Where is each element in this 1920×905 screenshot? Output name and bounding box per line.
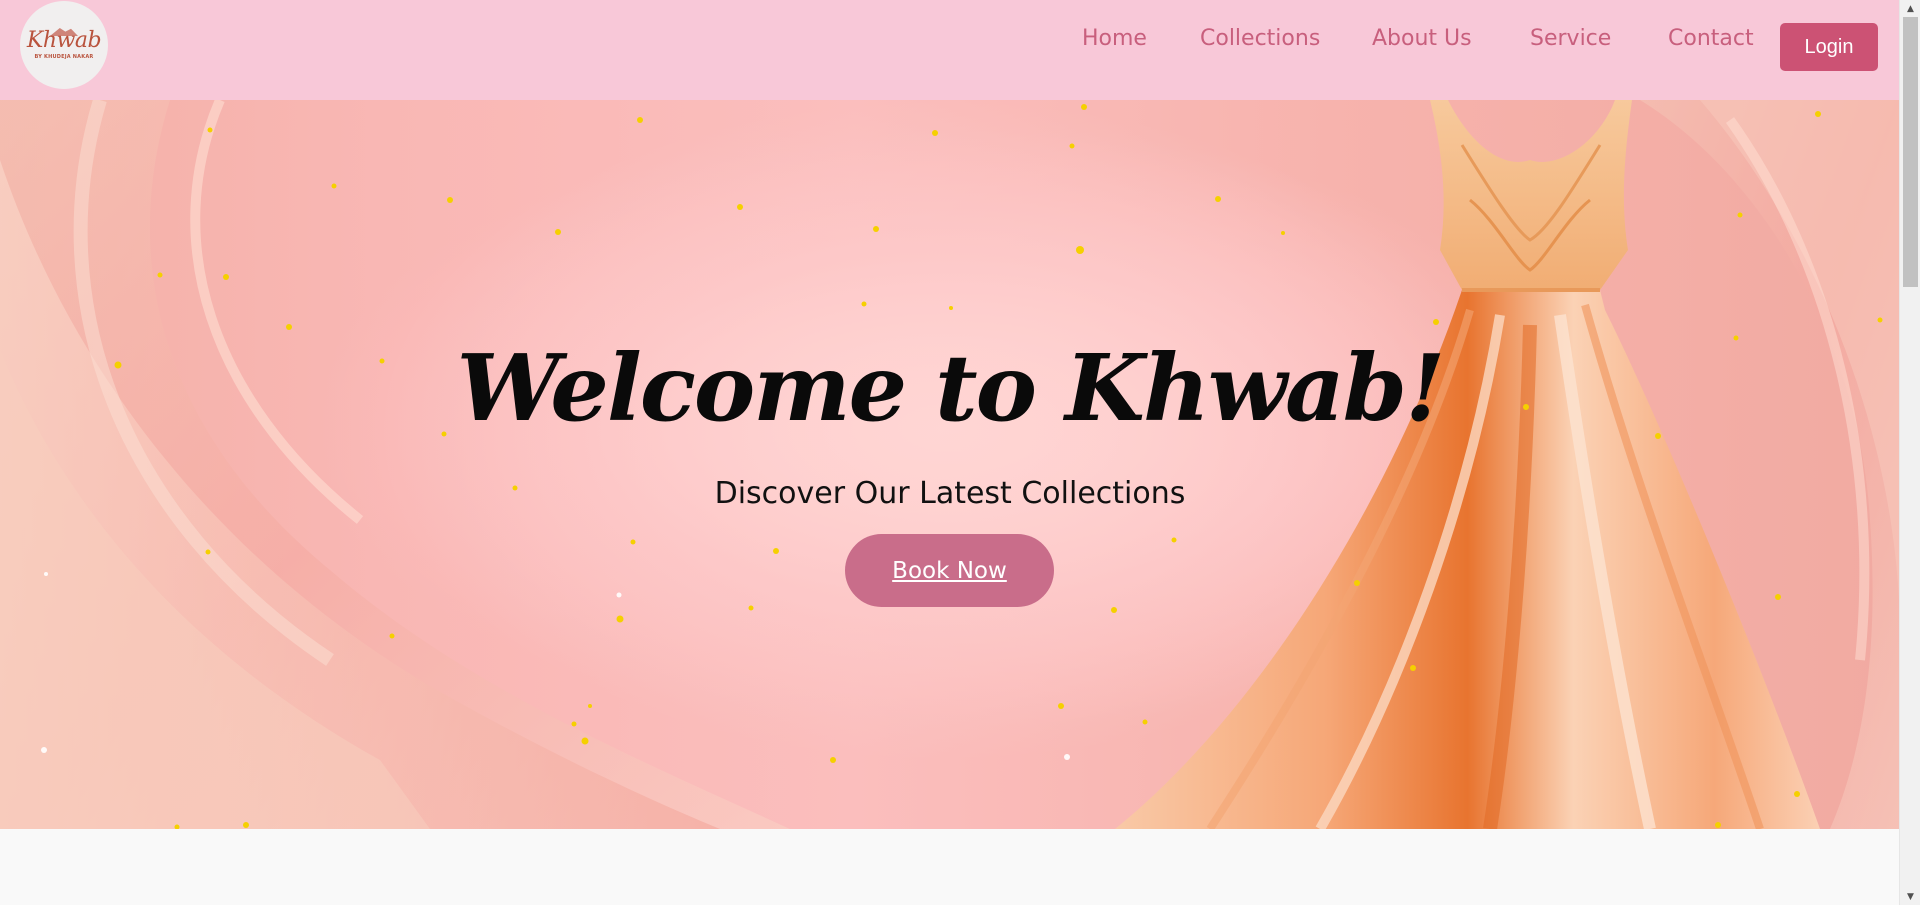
navbar: Khwab BY KHUDEJA NAKAR Home Collections … [0, 0, 1899, 100]
chevron-down-icon[interactable]: ▼ [1900, 888, 1920, 905]
chevron-up-icon[interactable]: ▲ [1900, 0, 1920, 17]
nav-contact[interactable]: Contact [1668, 26, 1754, 51]
vertical-scrollbar[interactable]: ▲ ▼ [1899, 0, 1920, 905]
nav-collections[interactable]: Collections [1200, 26, 1320, 51]
nav-service[interactable]: Service [1530, 26, 1611, 51]
login-button[interactable]: Login [1780, 23, 1878, 71]
hero-title: Welcome to Khwab! [456, 334, 1446, 442]
nav-home[interactable]: Home [1082, 26, 1147, 51]
content-section [0, 829, 1899, 905]
hero-subtitle: Discover Our Latest Collections [714, 476, 1186, 511]
book-now-button[interactable]: Book Now [845, 534, 1054, 607]
nav-about-us[interactable]: About Us [1372, 26, 1472, 51]
sparkles-decoration [41, 104, 1883, 829]
hero-section: Welcome to Khwab! Discover Our Latest Co… [0, 100, 1899, 829]
logo-subtext: BY KHUDEJA NAKAR [34, 54, 94, 60]
khwab-logo-icon[interactable]: Khwab BY KHUDEJA NAKAR [20, 1, 108, 89]
scrollbar-thumb[interactable] [1903, 17, 1918, 287]
